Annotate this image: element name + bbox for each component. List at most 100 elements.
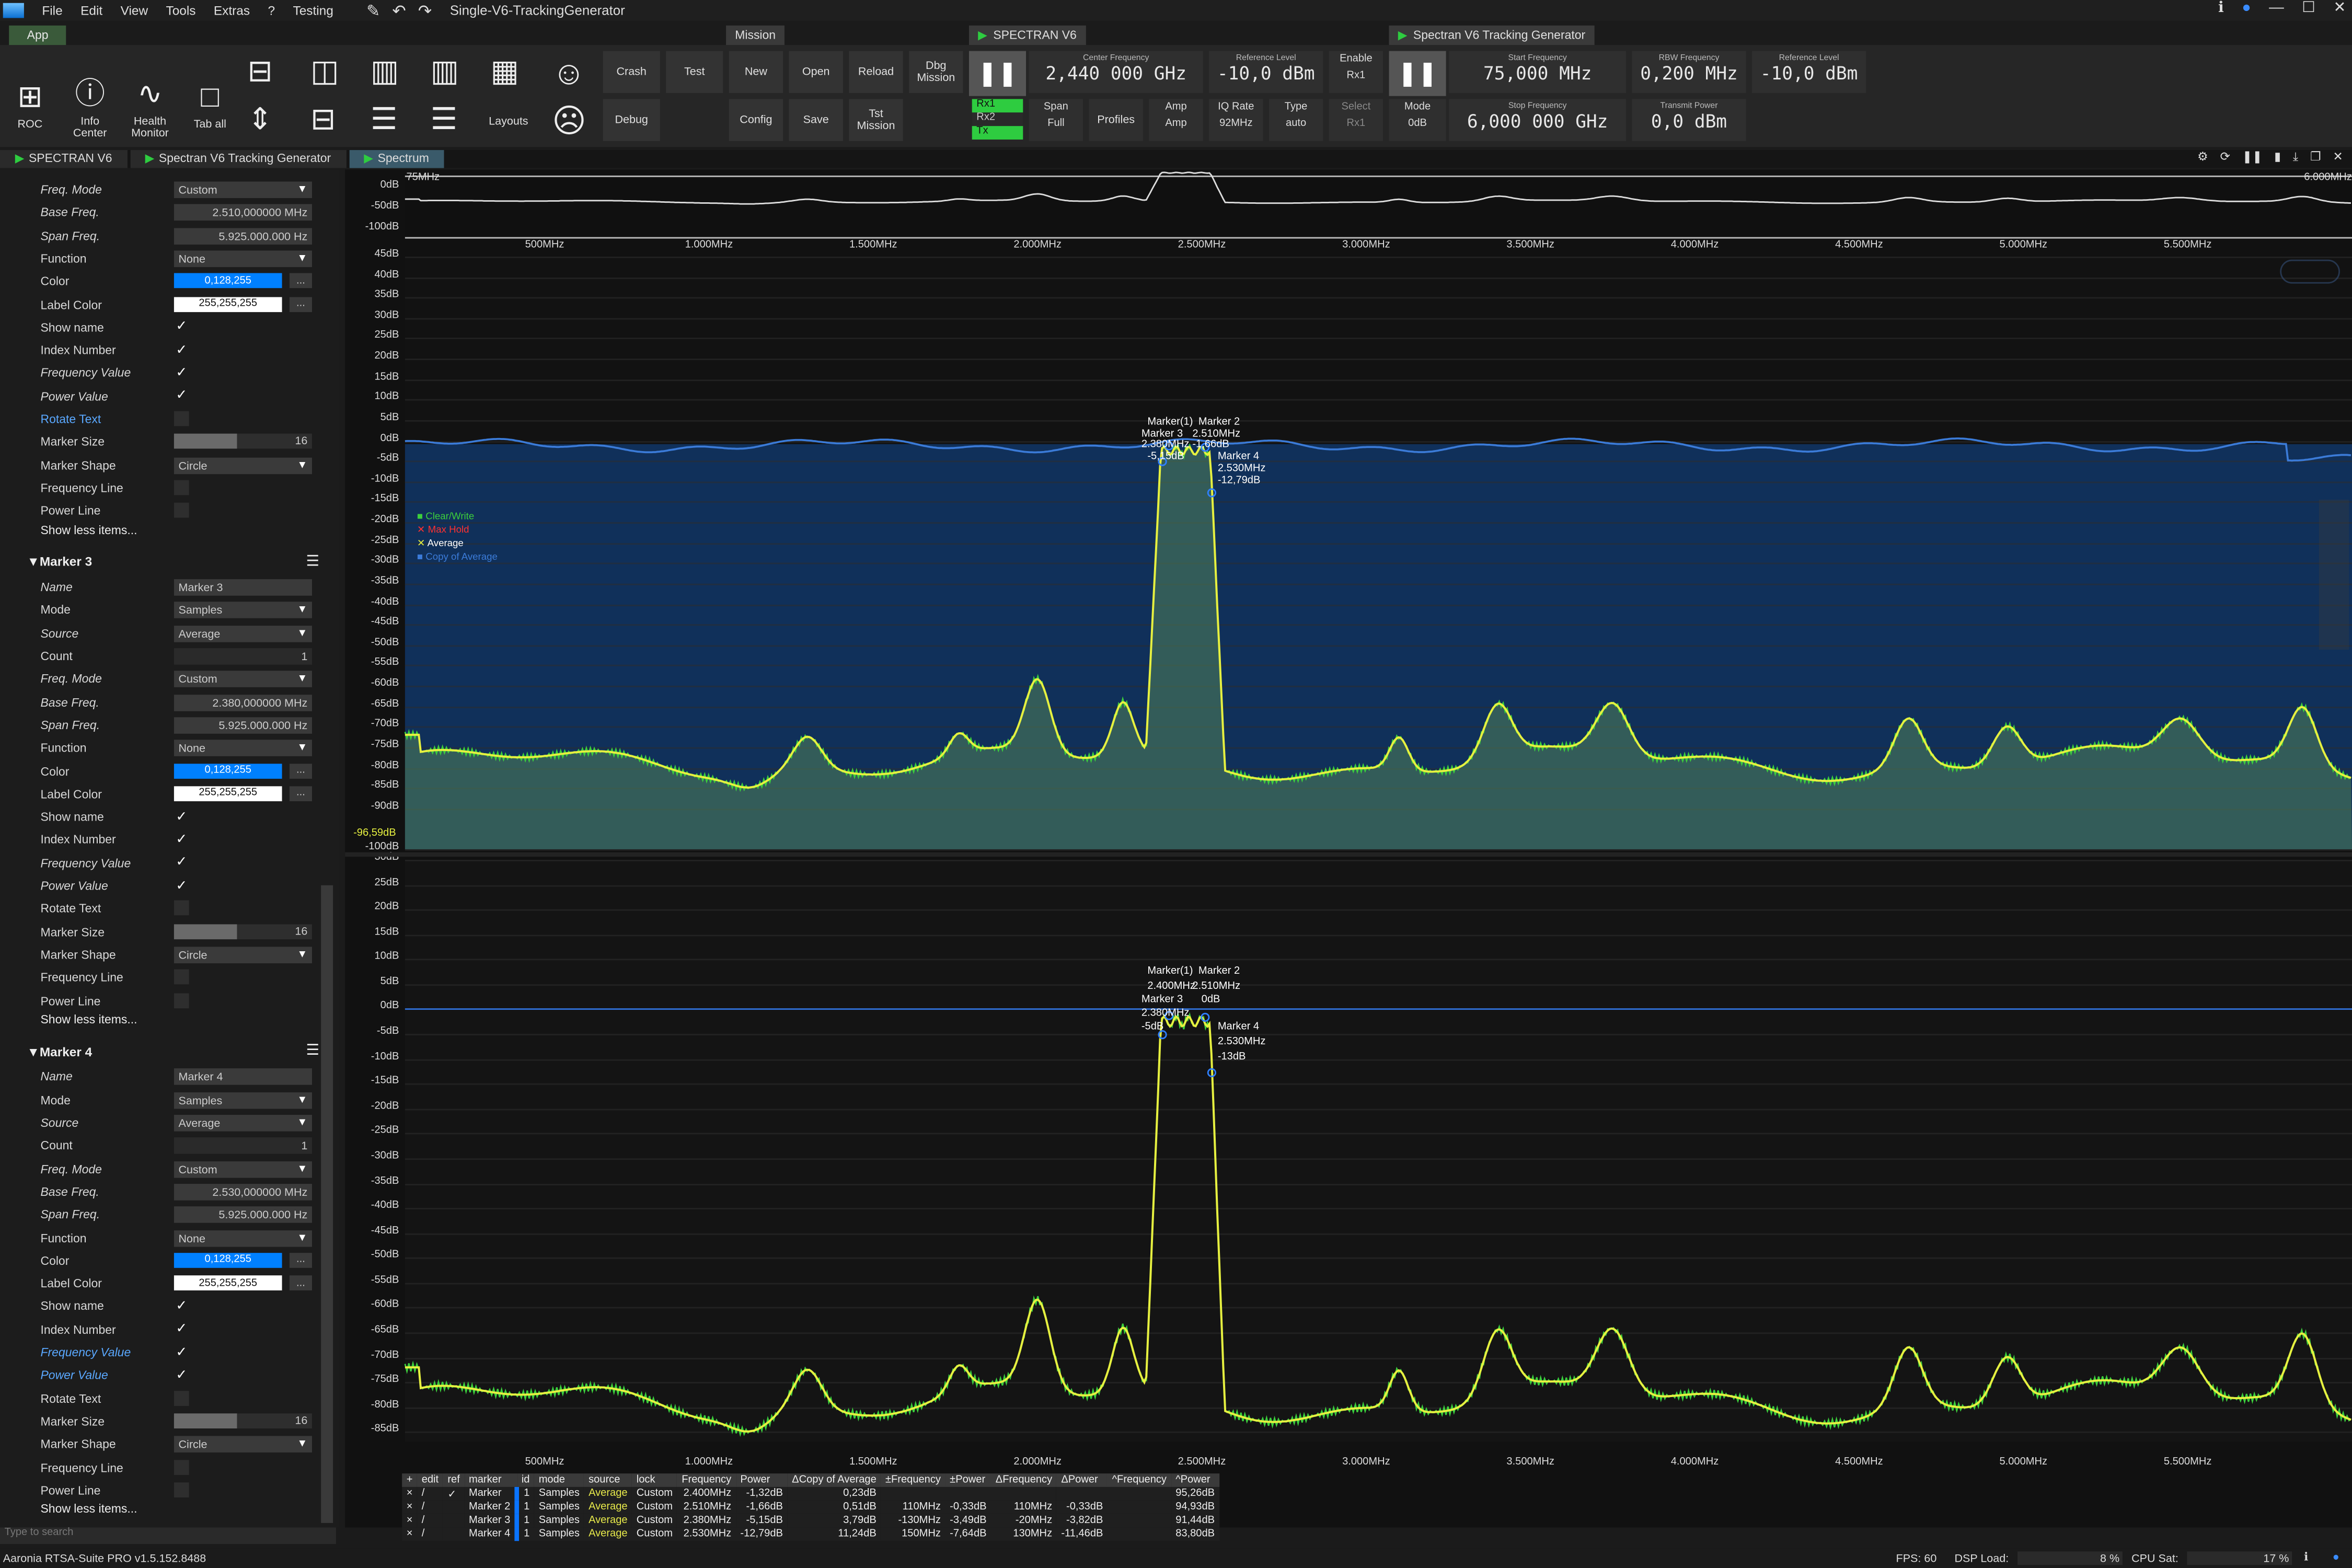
marker-size-slider[interactable]: 16 <box>174 1413 312 1428</box>
info-status-icon[interactable]: ℹ <box>2304 1550 2308 1564</box>
marker-size-slider[interactable]: 16 <box>174 434 312 449</box>
function-select[interactable]: None <box>174 250 312 267</box>
dbg-mission-button[interactable]: Dbg Mission <box>909 51 963 93</box>
color-picker-button[interactable]: ... <box>289 786 312 801</box>
column-header[interactable]: edit <box>417 1473 443 1487</box>
layout-two-row-icon[interactable]: ⊟ <box>310 100 336 138</box>
stop-frequency-field[interactable]: Stop Frequency 6,000 000 GHz <box>1449 99 1626 141</box>
count-input[interactable]: 1 <box>174 1137 312 1155</box>
label-color-swatch[interactable]: 255,255,255 <box>174 1275 282 1291</box>
tab-app[interactable]: App <box>9 25 66 45</box>
crash-button[interactable]: Crash <box>603 51 660 93</box>
tab-spectrum[interactable]: ▶ Spectrum <box>349 150 444 168</box>
checkbox-unchecked[interactable] <box>174 1459 189 1474</box>
profiles-button[interactable]: Profiles <box>1089 99 1143 141</box>
rbw-frequency-field[interactable]: RBW Frequency 0,200 MHz <box>1632 51 1746 93</box>
checkbox-unchecked[interactable] <box>174 901 189 916</box>
close-tab-icon[interactable]: ✕ <box>2333 150 2343 165</box>
minimize-icon[interactable]: — <box>2269 0 2284 17</box>
spectran-pause-button[interactable]: ❚❚ <box>969 51 1027 96</box>
color-picker-button[interactable]: ... <box>289 273 312 289</box>
count-input[interactable]: 1 <box>174 648 312 665</box>
transmit-power-field[interactable]: Transmit Power 0,0 dBm <box>1632 99 1746 141</box>
health-monitor-button[interactable]: ∿ Health Monitor <box>123 52 177 140</box>
undo-icon[interactable]: ↶ <box>392 1 406 20</box>
table-cell[interactable]: / <box>417 1527 443 1541</box>
source-select[interactable]: Average <box>174 1115 312 1132</box>
table-cell[interactable]: × <box>402 1500 418 1514</box>
column-header[interactable]: ΔPower <box>1056 1473 1108 1487</box>
restore-icon[interactable]: ❐ <box>2310 150 2321 165</box>
marker-shape-select[interactable]: Circle <box>174 947 312 963</box>
mode-select[interactable]: Mode 0dB <box>1389 99 1446 141</box>
show-less-link[interactable]: Show less items... <box>40 1012 137 1026</box>
pencil-icon[interactable]: ✎ <box>366 1 380 20</box>
column-header[interactable]: Frequency <box>677 1473 736 1487</box>
span-freq-input[interactable]: 5.925.000.000 Hz <box>174 227 312 244</box>
debug-button[interactable]: Debug <box>603 99 660 141</box>
marker-section-header[interactable]: ▼ Marker 3 ☰ <box>27 550 320 573</box>
function-select[interactable]: None <box>174 1229 312 1247</box>
table-cell[interactable] <box>443 1500 465 1514</box>
name-input[interactable]: Marker 3 <box>174 579 312 596</box>
search-input[interactable]: Type to search <box>0 1527 336 1544</box>
tab-all-button[interactable]: □ Tab all <box>183 52 237 130</box>
checkbox-checked[interactable]: ✓ <box>174 1298 189 1313</box>
checkbox-unchecked[interactable] <box>174 503 189 518</box>
layout-four-col-icon[interactable]: ▥ <box>431 52 459 90</box>
column-header[interactable]: lock <box>632 1473 677 1487</box>
function-select[interactable]: None <box>174 740 312 757</box>
menu-icon[interactable]: ☰ <box>306 554 320 570</box>
table-cell[interactable] <box>443 1527 465 1541</box>
column-header[interactable]: Power <box>735 1473 788 1487</box>
rx1-toggle[interactable]: Rx1 <box>972 99 1023 113</box>
table-row[interactable]: × / Marker 3 1 Samples Average Custom 2.380MHz -… <box>402 1514 1219 1528</box>
info-center-button[interactable]: ⓘ Info Center <box>63 52 117 140</box>
base-freq-input[interactable]: 2.510,000000 MHz <box>174 204 312 221</box>
lower-plot[interactable] <box>405 859 2352 1442</box>
span-select[interactable]: Span Full <box>1029 99 1083 141</box>
table-row[interactable]: × / ✓ Marker 1 Samples Average Custom 2.400MHz -1… <box>402 1486 1219 1501</box>
spectrum-view[interactable]: 75MHz 6.000MHz 0dB -50dB -100dB 500MHz 500MHz 1… <box>345 169 2352 1528</box>
enable-select[interactable]: Enable Rx1 <box>1329 51 1383 93</box>
freq-mode-select[interactable]: Custom <box>174 181 312 198</box>
download-icon[interactable]: ⤓ <box>2293 150 2298 165</box>
checkbox-checked[interactable]: ✓ <box>174 1321 189 1336</box>
save-mission-button[interactable]: Save <box>789 99 843 141</box>
marker-section-header[interactable]: ▼ Marker 4 ☰ <box>27 1040 320 1063</box>
marker-size-slider[interactable]: 16 <box>174 924 312 939</box>
source-select[interactable]: Average <box>174 625 312 642</box>
table-row[interactable]: × / Marker 2 1 Samples Average Custom 2.510MHz -… <box>402 1500 1219 1514</box>
marker-shape-select[interactable]: Circle <box>174 1436 312 1453</box>
layout-two-col-icon[interactable]: ◫ <box>310 52 339 90</box>
menu-tools[interactable]: Tools <box>157 3 204 18</box>
redo-icon[interactable]: ↷ <box>418 1 432 20</box>
start-frequency-field[interactable]: Start Frequency 75,000 MHz <box>1449 51 1626 93</box>
checkbox-unchecked[interactable] <box>174 411 189 426</box>
color-picker-button[interactable]: ... <box>289 1275 312 1291</box>
span-freq-input[interactable]: 5.925.000.000 Hz <box>174 1206 312 1224</box>
checkbox-checked[interactable]: ✓ <box>174 341 189 358</box>
new-mission-button[interactable]: New <box>729 51 783 93</box>
marker-shape-select[interactable]: Circle <box>174 457 312 474</box>
close-icon[interactable]: ✕ <box>2333 0 2346 17</box>
sidebar-scrollbar[interactable] <box>321 885 333 1523</box>
collapse-triangle-icon[interactable]: ▼ <box>27 554 40 569</box>
column-header[interactable]: ΔCopy of Average <box>787 1473 881 1487</box>
table-cell[interactable]: / <box>417 1514 443 1528</box>
tracking-reference-level-field[interactable]: Reference Level -10,0 dBm <box>1752 51 1866 93</box>
color-swatch[interactable]: 0,128,255 <box>174 763 282 778</box>
checkbox-unchecked[interactable] <box>174 970 189 985</box>
menu-help[interactable]: ? <box>259 3 284 18</box>
table-cell[interactable]: ✓ <box>443 1486 465 1501</box>
checkbox-unchecked[interactable] <box>174 1482 189 1497</box>
span-freq-input[interactable]: 5.925.000.000 Hz <box>174 717 312 734</box>
label-color-swatch[interactable]: 255,255,255 <box>174 296 282 312</box>
color-swatch[interactable]: 0,128,255 <box>174 1252 282 1268</box>
pause-small-icon[interactable]: ❚❚ <box>2242 150 2262 165</box>
help-icon[interactable]: ● <box>2242 0 2251 17</box>
legend-item[interactable]: ✕ Max Hold <box>417 525 498 538</box>
label-color-swatch[interactable]: 255,255,255 <box>174 786 282 801</box>
table-cell[interactable]: / <box>417 1500 443 1514</box>
column-header[interactable]: ΔFrequency <box>991 1473 1057 1487</box>
